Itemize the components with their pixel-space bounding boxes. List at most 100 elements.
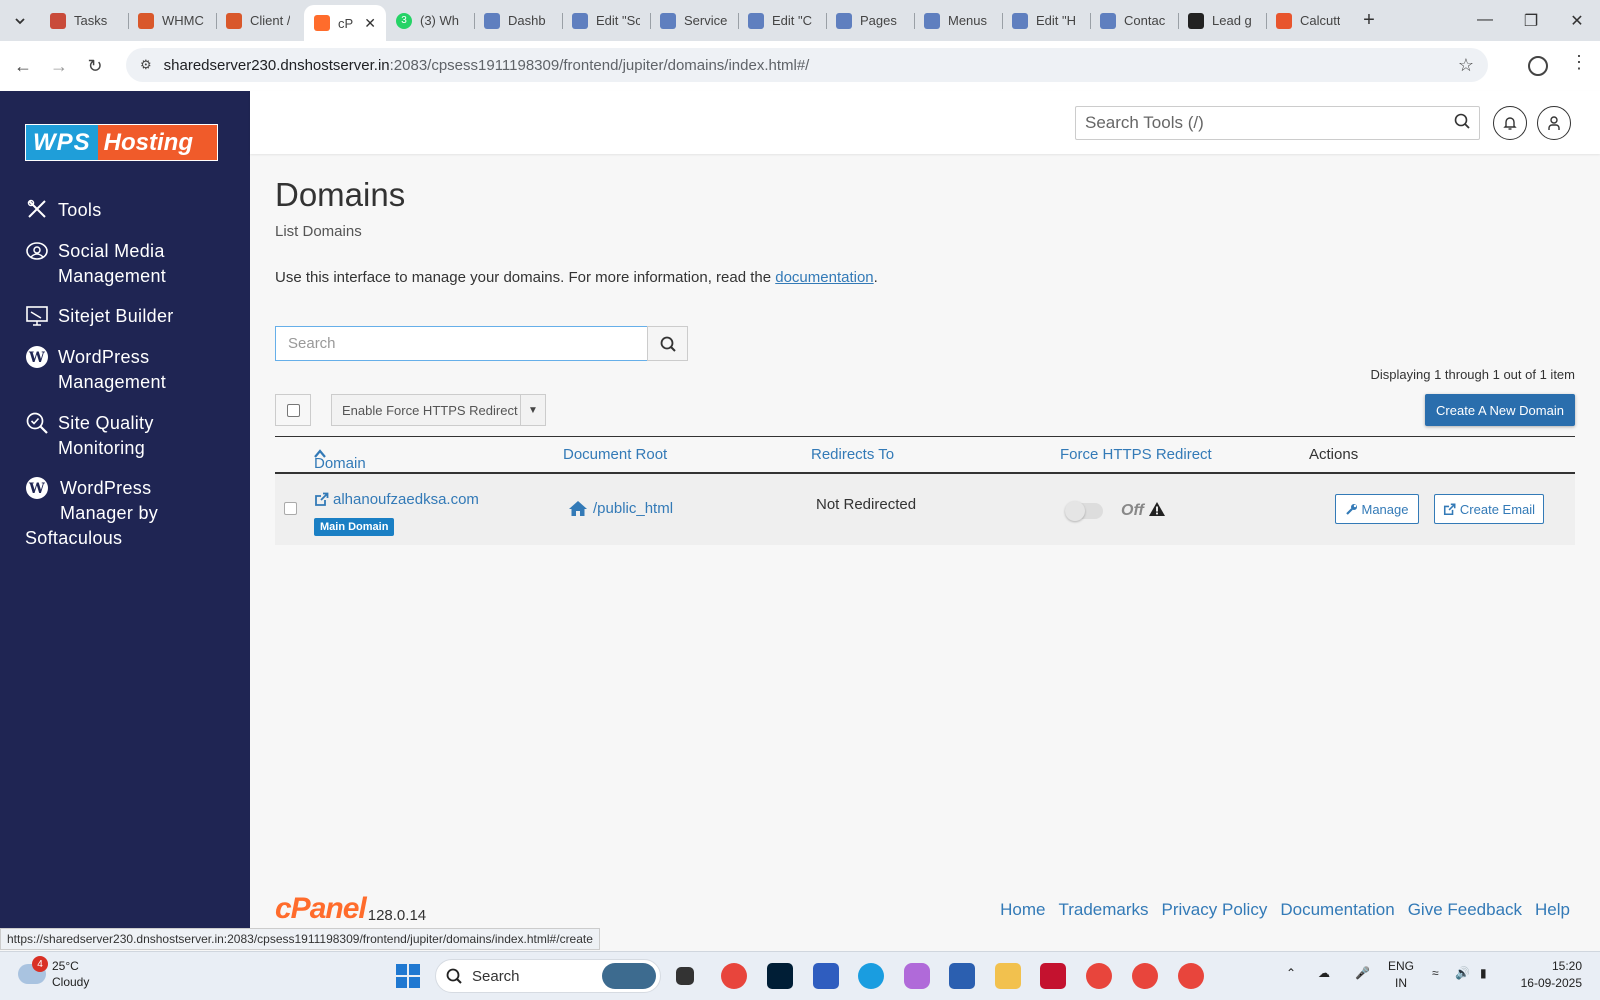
social-media-icon bbox=[25, 239, 49, 263]
sidebar-item-social-media[interactable]: Social Media Management bbox=[25, 239, 166, 289]
volume-icon[interactable]: 🔊 bbox=[1455, 966, 1470, 980]
app-icon[interactable] bbox=[813, 963, 839, 989]
browser-tab[interactable]: WHMC bbox=[128, 5, 216, 37]
documentation-link[interactable]: documentation bbox=[775, 269, 873, 286]
footer-link-documentation[interactable]: Documentation bbox=[1280, 900, 1394, 920]
minimize-button[interactable]: — bbox=[1462, 11, 1508, 31]
browser-tab[interactable]: Contac bbox=[1090, 5, 1178, 37]
site-settings-icon[interactable]: ⚙ bbox=[140, 57, 152, 73]
table-row: alhanoufzaedksa.com Main Domain /public_… bbox=[275, 474, 1575, 545]
create-email-button[interactable]: Create Email bbox=[1434, 494, 1544, 524]
wps-hosting-logo[interactable]: WPS Hosting bbox=[25, 124, 218, 161]
onedrive-icon[interactable]: ☁ bbox=[1318, 966, 1330, 980]
notifications-button[interactable] bbox=[1493, 106, 1527, 140]
restore-button[interactable]: ❐ bbox=[1508, 11, 1554, 31]
language-indicator[interactable]: ENG IN bbox=[1388, 958, 1414, 992]
sidebar-item-tools[interactable]: Tools bbox=[25, 198, 102, 223]
column-header-domain[interactable]: Domain bbox=[314, 446, 366, 472]
browser-tab[interactable]: Edit "H bbox=[1002, 5, 1090, 37]
mcafee-icon[interactable] bbox=[1040, 963, 1066, 989]
copilot-icon[interactable] bbox=[904, 963, 930, 989]
browser-tab[interactable]: Service bbox=[650, 5, 738, 37]
url-field[interactable]: ⚙ sharedserver230.dnshostserver.in:2083/… bbox=[126, 48, 1488, 82]
browser-tab[interactable]: cP ✕ bbox=[304, 5, 386, 41]
enable-force-https-button[interactable]: Enable Force HTTPS Redirect bbox=[331, 394, 521, 426]
browser-tab[interactable]: Client / bbox=[216, 5, 304, 37]
windows-start-icon[interactable] bbox=[395, 963, 421, 989]
domain-search-input[interactable]: Search bbox=[275, 326, 648, 361]
chevron-down-icon bbox=[15, 17, 25, 24]
footer-link-trademarks[interactable]: Trademarks bbox=[1058, 900, 1148, 920]
weather-text: 25°C Cloudy bbox=[52, 958, 89, 990]
manage-button[interactable]: Manage bbox=[1335, 494, 1419, 524]
sidebar-item-text: Social Media Management bbox=[58, 239, 166, 289]
sidebar-item-text: WordPress Management bbox=[58, 345, 166, 395]
profile-icon[interactable] bbox=[1528, 56, 1548, 76]
weather-widget[interactable]: 4 25°C Cloudy bbox=[18, 956, 89, 990]
tab-search-button[interactable] bbox=[0, 0, 40, 41]
weather-condition: Cloudy bbox=[52, 975, 90, 989]
chrome-profile-icon[interactable] bbox=[1178, 963, 1204, 989]
search-icon[interactable] bbox=[1454, 113, 1470, 134]
document-root-link[interactable]: /public_html bbox=[568, 500, 673, 517]
browser-tab[interactable]: Calcutt bbox=[1266, 5, 1354, 37]
browser-menu-icon[interactable]: ⋮ bbox=[1570, 52, 1588, 73]
store-icon[interactable] bbox=[949, 963, 975, 989]
browser-tab[interactable]: Edit "Sc bbox=[562, 5, 650, 37]
browser-tab[interactable]: Menus bbox=[914, 5, 1002, 37]
cloud-icon: 4 bbox=[18, 956, 48, 984]
warning-icon[interactable] bbox=[1148, 501, 1166, 522]
domain-search-button[interactable] bbox=[647, 326, 688, 361]
tray-chevron-icon[interactable]: ⌃ bbox=[1286, 966, 1296, 980]
cpanel-logo[interactable]: cPanel bbox=[275, 894, 367, 924]
close-tab-icon[interactable]: ✕ bbox=[364, 15, 376, 32]
sidebar-item-sitejet[interactable]: Sitejet Builder bbox=[25, 304, 174, 329]
chrome-profile-icon[interactable] bbox=[1086, 963, 1112, 989]
sidebar-item-wordpress-management[interactable]: W WordPress Management bbox=[25, 345, 166, 395]
taskbar-search[interactable]: Search bbox=[435, 959, 661, 993]
select-all-checkbox[interactable] bbox=[275, 394, 311, 426]
browser-tab[interactable]: Lead g bbox=[1178, 5, 1266, 37]
browser-tab[interactable]: Edit "C bbox=[738, 5, 826, 37]
redirect-status: Not Redirected bbox=[816, 496, 917, 513]
sidebar-item-site-quality[interactable]: Site Quality Monitoring bbox=[25, 411, 154, 461]
language-code: ENG bbox=[1388, 959, 1415, 973]
force-https-toggle[interactable] bbox=[1065, 501, 1103, 521]
intro-body: Use this interface to manage your domain… bbox=[275, 269, 776, 286]
battery-icon[interactable]: ▮ bbox=[1480, 966, 1487, 980]
new-tab-button[interactable]: + bbox=[1354, 9, 1384, 32]
wifi-icon[interactable]: ≈ bbox=[1432, 966, 1439, 980]
footer-link-help[interactable]: Help bbox=[1535, 900, 1570, 920]
chrome-profile-icon[interactable] bbox=[1132, 963, 1158, 989]
footer-link-feedback[interactable]: Give Feedback bbox=[1408, 900, 1522, 920]
microphone-icon[interactable]: 🎤 bbox=[1355, 966, 1370, 980]
browser-tab[interactable]: Dashb bbox=[474, 5, 562, 37]
sidebar-item-wordpress-softaculous[interactable]: W WordPress Manager by Softaculous bbox=[25, 476, 158, 551]
browser-tab[interactable]: Pages bbox=[826, 5, 914, 37]
sidebar-item-label: Site Quality bbox=[58, 413, 154, 433]
footer-link-home[interactable]: Home bbox=[1000, 900, 1045, 920]
domain-link[interactable]: alhanoufzaedksa.com bbox=[314, 491, 479, 508]
bookmark-star-icon[interactable]: ☆ bbox=[1458, 55, 1474, 76]
browser-tab[interactable]: Tasks bbox=[40, 5, 128, 37]
back-button[interactable]: ← bbox=[5, 56, 41, 77]
file-explorer-icon[interactable] bbox=[995, 963, 1021, 989]
reload-button[interactable]: ↻ bbox=[77, 56, 113, 77]
close-window-button[interactable]: ✕ bbox=[1554, 11, 1600, 31]
user-menu-button[interactable] bbox=[1537, 106, 1571, 140]
force-https-dropdown-toggle[interactable]: ▼ bbox=[520, 394, 546, 426]
task-view-icon[interactable] bbox=[676, 967, 694, 985]
edge-icon[interactable] bbox=[858, 963, 884, 989]
row-checkbox[interactable] bbox=[284, 502, 297, 515]
chrome-icon[interactable] bbox=[721, 963, 747, 989]
column-header-redirects-to[interactable]: Redirects To bbox=[811, 446, 894, 463]
photoshop-icon[interactable] bbox=[767, 963, 793, 989]
column-header-force-https[interactable]: Force HTTPS Redirect bbox=[1060, 446, 1212, 463]
forward-button[interactable]: → bbox=[41, 56, 77, 77]
clock[interactable]: 15:20 16-09-2025 bbox=[1521, 958, 1582, 992]
search-tools-input[interactable]: Search Tools (/) bbox=[1075, 106, 1480, 140]
create-new-domain-button[interactable]: Create A New Domain bbox=[1425, 394, 1575, 426]
column-header-document-root[interactable]: Document Root bbox=[563, 446, 667, 463]
footer-link-privacy[interactable]: Privacy Policy bbox=[1162, 900, 1268, 920]
browser-tab[interactable]: 3 (3) Wh bbox=[386, 5, 474, 37]
